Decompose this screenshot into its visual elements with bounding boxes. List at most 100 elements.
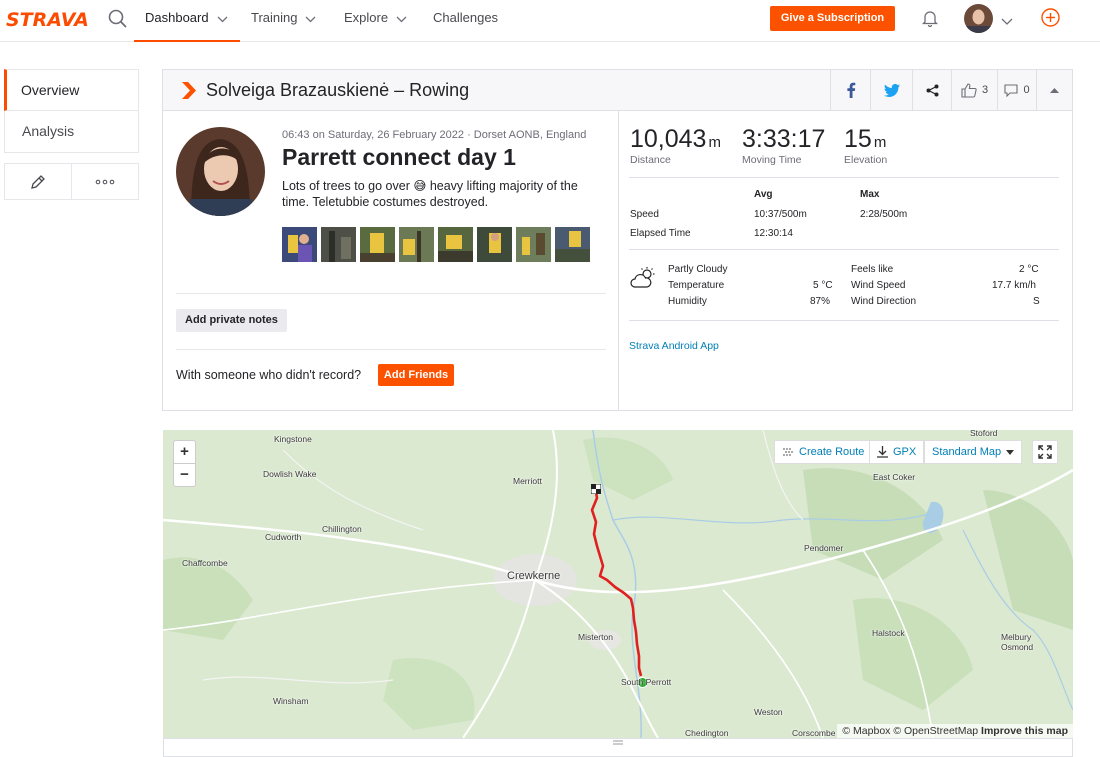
- search-icon[interactable]: [107, 8, 129, 30]
- chevron-down-icon[interactable]: [1001, 13, 1013, 31]
- add-friends-button[interactable]: Add Friends: [378, 364, 454, 386]
- nav-explore-label: Explore: [344, 10, 389, 25]
- humidity-label: Humidity: [668, 296, 707, 307]
- stat-distance: 10,043 m Distance: [630, 125, 721, 166]
- activity-summary: 06:43 on Saturday, 26 February 2022 · Do…: [163, 111, 619, 411]
- share-twitter-button[interactable]: [870, 70, 912, 110]
- activity-title: Parrett connect day 1: [282, 144, 516, 170]
- distance-label: Distance: [630, 154, 671, 166]
- sidebar-item-overview[interactable]: Overview: [4, 69, 139, 111]
- elevation-label: Elevation: [844, 154, 888, 166]
- share-facebook-button[interactable]: [830, 70, 870, 110]
- weather-condition: Partly Cloudy: [668, 264, 728, 275]
- add-private-notes-button[interactable]: Add private notes: [176, 309, 287, 332]
- thumbs-up-icon: [961, 82, 977, 98]
- nav-challenges[interactable]: Challenges: [433, 0, 498, 42]
- map-resize-bar[interactable]: [163, 738, 1073, 757]
- speed-max: 2:28/500m: [860, 209, 908, 220]
- add-circle-icon[interactable]: [1041, 8, 1060, 27]
- temperature-value: 5 °C: [813, 280, 833, 291]
- photo-thumbnail[interactable]: [555, 227, 590, 262]
- kudos-count: 3: [981, 84, 989, 96]
- photo-thumbnail[interactable]: [399, 227, 434, 262]
- caret-down-icon: [1006, 449, 1015, 455]
- mapbox-attribution[interactable]: © Mapbox: [842, 725, 890, 737]
- chevron-down-icon: [217, 1, 228, 37]
- collapse-button[interactable]: [1036, 70, 1072, 110]
- chevron-down-icon: [305, 1, 316, 37]
- header-actions: 3 0: [830, 70, 1072, 110]
- place-label: Chaffcombe: [182, 558, 228, 568]
- map-attribution: © Mapbox © OpenStreetMap Improve this ma…: [837, 724, 1073, 738]
- osm-attribution[interactable]: © OpenStreetMap: [893, 725, 978, 737]
- finish-flag-icon: [590, 481, 602, 499]
- fullscreen-button[interactable]: [1032, 440, 1058, 464]
- place-label: Corscombe: [792, 728, 836, 738]
- add-friends-prompt: With someone who didn't record?: [176, 368, 362, 382]
- drag-handle-icon: [613, 740, 623, 745]
- activity-map[interactable]: + − Create Route GPX Standard Map Kingst…: [163, 430, 1073, 738]
- nav-challenges-label: Challenges: [433, 10, 499, 25]
- activity-header-title: Solveiga Brazauskienė – Rowing: [206, 80, 470, 100]
- bell-icon[interactable]: [920, 8, 940, 28]
- facebook-icon: [846, 82, 855, 98]
- photo-thumbnail[interactable]: [516, 227, 551, 262]
- feels-like-label: Feels like: [851, 264, 894, 275]
- photo-thumbnail[interactable]: [360, 227, 395, 262]
- elapsed-time-value: 12:30:14: [754, 228, 793, 239]
- sidebar-tools: [4, 163, 139, 200]
- twitter-icon: [883, 83, 900, 97]
- create-route-button[interactable]: Create Route: [774, 440, 873, 464]
- divider: [629, 249, 1059, 250]
- nav-explore[interactable]: Explore: [344, 0, 407, 42]
- zoom-out-button[interactable]: −: [174, 463, 195, 485]
- chevron-up-icon: [1050, 88, 1059, 93]
- create-route-label: Create Route: [799, 446, 865, 458]
- wind-direction-value: S: [1033, 296, 1040, 307]
- place-label: Weston: [754, 707, 783, 717]
- athlete-avatar[interactable]: [176, 127, 265, 216]
- place-label: Merriott: [513, 476, 542, 486]
- activity-stats: 10,043 m Distance 3:33:17 Moving Time 15 m…: [619, 111, 1074, 411]
- partly-cloudy-icon: [630, 266, 658, 295]
- photo-thumbnail[interactable]: [438, 227, 473, 262]
- moving-time-label: Moving Time: [742, 154, 802, 166]
- edit-button[interactable]: [5, 164, 71, 199]
- photo-thumbnail[interactable]: [477, 227, 512, 262]
- device-link[interactable]: Strava Android App: [629, 340, 719, 352]
- place-label: Dowlish Wake: [263, 469, 317, 479]
- zoom-controls: + −: [173, 440, 196, 487]
- place-label: Melbury Osmond: [1001, 632, 1034, 652]
- nav-dashboard-label: Dashboard: [145, 10, 209, 25]
- distance-unit: m: [708, 134, 721, 151]
- nav-training[interactable]: Training: [251, 0, 316, 42]
- map-style-label: Standard Map: [932, 446, 1002, 458]
- humidity-value: 87%: [810, 296, 831, 307]
- zoom-in-button[interactable]: +: [174, 441, 195, 463]
- comments-button[interactable]: 0: [997, 70, 1036, 110]
- more-options-button[interactable]: [71, 164, 138, 199]
- place-label: Winsham: [273, 696, 309, 706]
- photo-thumbnail[interactable]: [282, 227, 317, 262]
- elevation-unit: m: [873, 134, 887, 151]
- give-subscription-button[interactable]: Give a Subscription: [770, 6, 895, 31]
- place-label: Halstock: [872, 628, 905, 638]
- photo-thumbnail[interactable]: [321, 227, 356, 262]
- gpx-download-button[interactable]: GPX: [869, 440, 925, 464]
- route-icon: [783, 448, 793, 456]
- improve-map-link[interactable]: Improve this map: [981, 725, 1068, 737]
- temperature-label: Temperature: [668, 280, 725, 291]
- strava-logo[interactable]: STRAVA: [6, 9, 89, 31]
- map-style-select[interactable]: Standard Map: [924, 440, 1023, 464]
- sidebar-item-analysis[interactable]: Analysis: [4, 111, 139, 153]
- avatar[interactable]: [964, 4, 993, 33]
- divider: [176, 349, 606, 350]
- share-button[interactable]: [912, 70, 951, 110]
- kudos-button[interactable]: 3: [951, 70, 997, 110]
- more-dots-icon: [95, 179, 115, 184]
- place-label: Chedington: [685, 728, 729, 738]
- nav-dashboard[interactable]: Dashboard: [134, 0, 240, 42]
- avg-header: Avg: [754, 189, 773, 200]
- chevron-down-icon: [396, 1, 407, 37]
- moving-time-value: 3:33:17: [742, 125, 826, 153]
